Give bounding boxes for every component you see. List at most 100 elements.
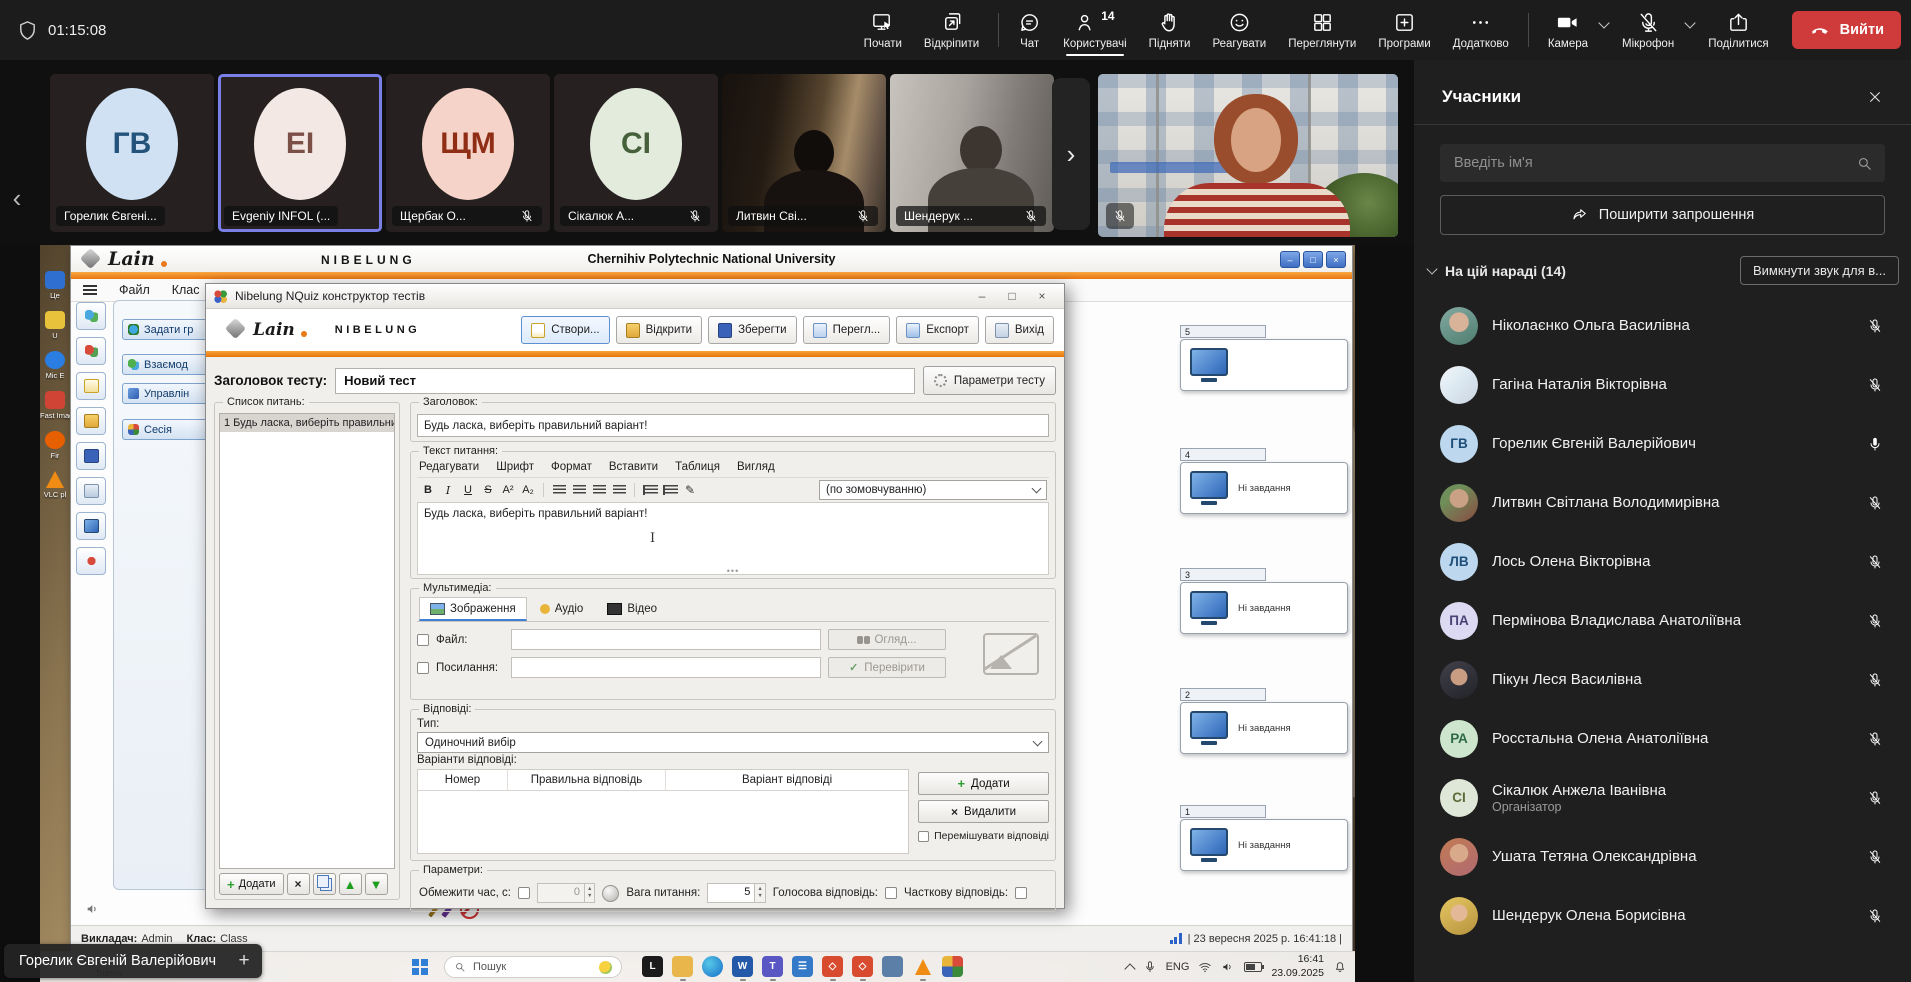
search-input[interactable] [1452,154,1848,172]
align-center-button[interactable] [570,481,588,499]
preview-button[interactable]: Перегл... [803,316,891,344]
menu-insert[interactable]: Вставити [609,461,658,473]
tab-video[interactable]: Відео [596,597,668,620]
menu-class[interactable]: Клас [172,283,200,297]
rail-new-button[interactable] [76,372,106,400]
superscript-button[interactable]: A² [499,481,517,499]
taskbar-search[interactable]: Пошук [444,956,622,978]
desktop-icon[interactable]: Це [40,271,70,300]
mic-muted-icon[interactable] [1867,554,1883,570]
dialog-minimize-button[interactable]: – [968,287,996,305]
video-tile[interactable]: EI Evgeniy INFOL (... [218,74,382,232]
student-tile[interactable]: 1 Ні завдання [1180,805,1355,871]
video-tile[interactable]: ЩМ Щербак О... [386,74,550,232]
numbered-list-button[interactable] [661,481,679,499]
speaker-icon[interactable] [1221,960,1235,974]
test-title-input[interactable]: Новий тест [335,368,915,394]
italic-button[interactable]: I [439,481,457,499]
align-justify-button[interactable] [610,481,628,499]
browse-button[interactable]: Огляд... [828,629,946,650]
rail-record-button[interactable] [76,547,106,575]
move-up-button[interactable]: ▲ [339,873,362,895]
desktop-icon[interactable]: Mic E [40,351,70,380]
mute-all-button[interactable]: Вимкнути звук для в... [1740,256,1899,285]
apps-button[interactable]: Програми [1367,2,1441,58]
raise-hand-button[interactable]: Підняти [1138,2,1202,58]
rail-open-button[interactable] [76,407,106,435]
mic-muted-icon[interactable] [1867,672,1883,688]
word-icon[interactable]: W [732,956,753,977]
language-indicator[interactable]: ENG [1166,961,1190,973]
desktop-icon[interactable]: Fast Image [40,391,70,420]
teams-icon[interactable]: T [762,956,783,977]
camera-options-chevron[interactable] [1598,17,1609,28]
question-item-selected[interactable]: 1 Будь ласка, виберіть правильний .. [220,414,394,432]
align-left-button[interactable] [550,481,568,499]
participant-row[interactable]: ПА Пермінова Владислава Анатоліївна [1414,591,1911,650]
export-button[interactable]: Експорт [896,316,979,344]
explorer-icon[interactable] [672,956,693,977]
exit-button[interactable]: Вихід [985,316,1054,344]
app-icon-color[interactable] [942,956,963,977]
participant-row[interactable]: РА Росстальна Олена Анатоліївна [1414,709,1911,768]
rail-pair-button[interactable] [76,337,106,365]
question-text-area[interactable]: Будь ласка, виберіть правильний варіант!… [417,502,1049,575]
verify-button[interactable]: ✓Перевірити [828,657,946,678]
pin-plus-button[interactable]: + [226,944,262,978]
more-button[interactable]: Додатково [1442,2,1520,58]
menu-icon[interactable] [83,285,97,295]
student-tile[interactable]: 4 Ні завдання [1180,448,1355,514]
participant-row[interactable]: Ушата Тетяна Олександрівна [1414,827,1911,886]
participant-row[interactable]: Гагіна Наталія Вікторівна [1414,355,1911,414]
edge-icon[interactable] [702,956,723,977]
mic-muted-icon[interactable] [1867,377,1883,393]
partial-answer-checkbox[interactable] [1015,887,1027,899]
participant-search[interactable] [1440,144,1885,182]
microphone-button[interactable]: Мікрофон [1611,2,1685,58]
desktop-icon[interactable]: U [40,311,70,340]
mic-muted-icon[interactable] [1867,908,1883,924]
time-limit-spinner[interactable]: 0▲▼ [537,883,595,903]
camera-button[interactable]: Камера [1537,2,1599,58]
share-invite-button[interactable]: Поширити запрошення [1440,195,1885,235]
menu-edit[interactable]: Редагувати [419,461,479,473]
taskbar-clock[interactable]: 16:41 23.09.2025 [1271,953,1324,980]
mic-muted-icon[interactable] [1867,790,1883,806]
font-select[interactable]: (по зомовчуванню) [819,480,1047,500]
tab-audio[interactable]: Аудіо [529,597,595,620]
session-button[interactable]: Сесія [122,419,218,440]
vlc-icon[interactable] [912,956,933,977]
participant-row[interactable]: Литвин Світлана Володимирівна [1414,473,1911,532]
answers-table[interactable]: Номер Правильна відповідь Варіант відпов… [417,769,909,854]
underline-button[interactable]: U [459,481,477,499]
menu-font[interactable]: Шрифт [496,461,534,473]
participant-row[interactable]: Шендерук Олена Борисівна [1414,886,1911,945]
tray-expand-chevron[interactable] [1124,963,1135,974]
subscript-button[interactable]: A₂ [519,481,537,499]
spotlight-video[interactable] [1098,74,1398,237]
desktop-icon[interactable]: Fir [40,431,70,460]
mic-muted-icon[interactable] [1867,849,1883,865]
move-down-button[interactable]: ▼ [365,873,388,895]
rail-save-button[interactable] [76,442,106,470]
participant-row[interactable]: Пікун Леся Василівна [1414,650,1911,709]
notification-bell-icon[interactable] [1333,960,1347,974]
share-button[interactable]: Поділитися [1697,2,1779,58]
copy-question-button[interactable] [313,873,336,895]
time-limit-checkbox[interactable] [518,887,530,899]
battery-icon[interactable] [1244,962,1262,972]
student-tile[interactable]: 5 [1180,325,1355,391]
menu-view[interactable]: Вигляд [737,461,775,473]
app-icon-doc[interactable]: ☰ [792,956,813,977]
participant-row[interactable]: ГВ Горелик Євгеній Валерійович [1414,414,1911,473]
participant-row[interactable]: Ніколаєнко Ольга Василівна [1414,296,1911,355]
close-button[interactable]: × [1326,251,1346,268]
questions-list[interactable]: 1 Будь ласка, виберіть правильний .. [219,413,395,869]
app-icon-gray[interactable] [882,956,903,977]
weight-spinner[interactable]: 5▲▼ [707,883,765,903]
dialog-maximize-button[interactable]: □ [998,287,1026,305]
answer-type-select[interactable]: Одиночний вибір [417,732,1049,753]
highlight-pen-icon[interactable]: ✎ [681,481,699,499]
rail-export-button[interactable] [76,477,106,505]
file-input[interactable] [511,629,821,650]
